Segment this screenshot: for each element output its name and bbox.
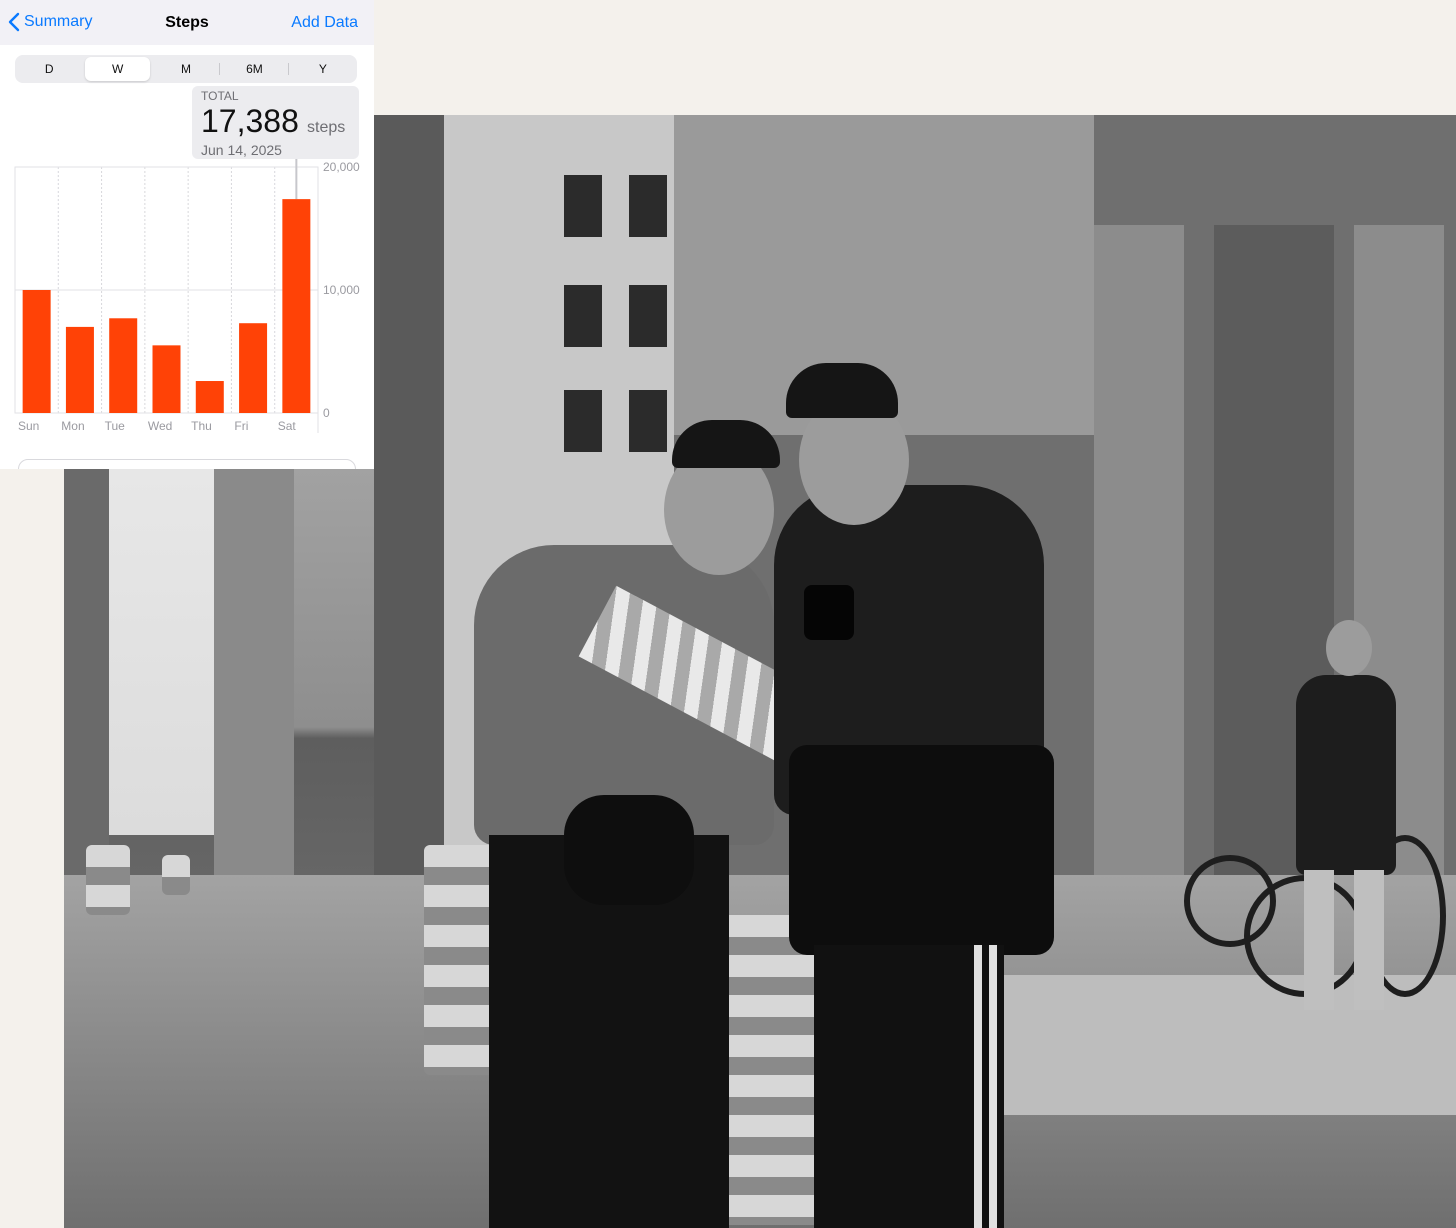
nav-bar: Summary Steps Add Data [0,0,374,45]
pillar [1094,225,1184,915]
pedestrian-head [1326,620,1372,676]
total-label: TOTAL [201,89,239,103]
window [629,285,667,347]
traffic-barrel [719,915,819,1225]
bar-tue[interactable] [109,318,138,413]
total-unit: steps [307,119,346,136]
phone [804,585,854,640]
pants-stripe [989,945,997,1228]
x-tick-label: Fri [234,419,248,433]
traffic-barrel [86,845,130,915]
pedestrian [1296,675,1396,875]
building [214,465,294,885]
bar-sat[interactable] [282,199,311,413]
pedestrian-leg [1354,870,1384,1010]
range-tab-year[interactable]: Y [287,57,355,81]
steps-chart[interactable]: 0 10,000 20,000 Sun Mon Tue Wed Thu Fri Sat [0,150,374,440]
back-label: Summary [24,13,93,30]
window [629,175,667,237]
window [564,390,602,452]
camera [564,795,694,905]
bar-fri[interactable] [239,323,268,413]
x-tick-label: Sat [278,419,297,433]
messenger-bag [789,745,1054,955]
range-tab-6-months[interactable]: 6M [219,57,286,81]
pedestrian-leg [1304,870,1334,1010]
y-tick-label: 10,000 [323,283,360,297]
traffic-barrel [162,855,190,895]
x-tick-label: Mon [61,419,84,433]
x-tick-label: Tue [105,419,126,433]
sidewalk [1004,975,1456,1115]
x-tick-label: Sun [18,419,39,433]
bar-sun[interactable] [22,290,51,413]
range-tab-month[interactable]: M [154,57,218,81]
info-card[interactable] [18,459,356,469]
x-tick-label: Wed [148,419,172,433]
bar-thu[interactable] [195,381,224,413]
y-tick-label: 20,000 [323,160,360,174]
x-tick-label: Thu [191,419,212,433]
woman-cap [672,420,780,468]
total-callout: TOTAL 17,388 steps Jun 14, 2025 [192,86,359,159]
bar-wed[interactable] [152,345,181,413]
total-date: Jun 14, 2025 [201,142,282,158]
man-cap [786,363,898,418]
range-selector: D W M 6M Y [15,55,357,83]
y-tick-label: 0 [323,406,330,420]
window [629,390,667,452]
pants-stripe [974,945,982,1228]
range-tab-week[interactable]: W [85,57,150,81]
chevron-left-icon [8,12,20,32]
traffic-barrel [424,845,494,1075]
back-button[interactable]: Summary [8,12,92,32]
window [564,285,602,347]
add-data-button[interactable]: Add Data [291,14,358,32]
building [374,115,444,895]
bar-mon[interactable] [65,326,94,413]
steps-panel: Summary Steps Add Data D W M 6M Y 0 10,00… [0,0,374,469]
range-tab-day[interactable]: D [17,57,81,81]
window [564,175,602,237]
total-value: 17,388 [201,103,299,139]
